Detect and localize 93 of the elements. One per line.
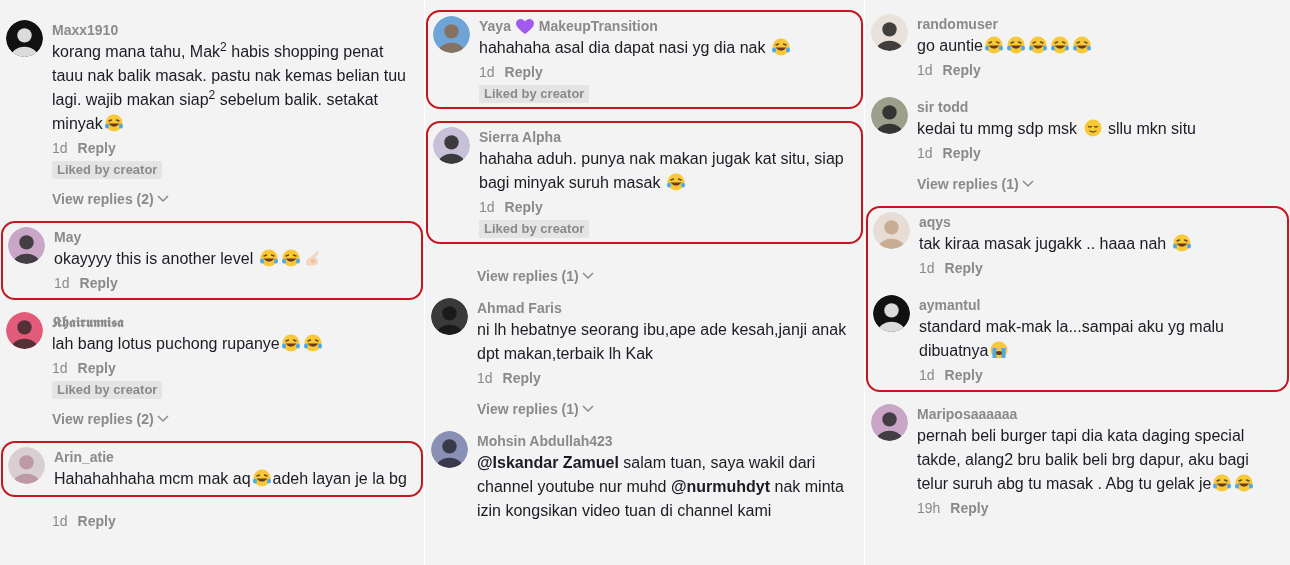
reply-link[interactable]: Reply — [942, 59, 981, 81]
reply-link[interactable]: Reply — [504, 61, 543, 83]
laughing-emoji-icon — [1005, 35, 1026, 55]
username[interactable]: aymantul — [919, 295, 981, 315]
timestamp: 1d — [917, 144, 933, 163]
liked-by-creator-badge: Liked by creator — [479, 220, 590, 238]
comment-text: korang mana tahu, Mak$^{2}$ habis shopping penat tauu nak balik masak. pastu nak kemas belian tuu lagi. wajib makan siap$^{2}$ sebelum balik. setakat minyak — [52, 40, 407, 135]
reply-link[interactable]: Reply — [502, 367, 541, 389]
heart-icon — [514, 17, 535, 35]
reply-link[interactable]: Reply — [77, 510, 116, 532]
comment-text: pernah beli burger tapi dia kata daging special takde, alang2 bru balik beli brg dapur, aku bagi telur suruh abg tu masak . Abg tu gelak je — [917, 424, 1281, 496]
timestamp: 1d — [919, 366, 935, 385]
avatar[interactable] — [6, 20, 43, 57]
timestamp: 1d — [52, 139, 68, 158]
comment-text: @Iskandar Zamuel salam tuan, saya wakil dari channel youtube nur muhd @nurmuhdyt nak minta izin kongsikan video tuan di channel kami — [477, 453, 845, 521]
username[interactable]: sir todd — [917, 97, 969, 117]
timestamp: 1d — [919, 259, 935, 278]
view-replies-button[interactable]: View replies (2) — [52, 409, 169, 429]
chevron-down-icon — [1021, 180, 1034, 188]
avatar[interactable] — [871, 14, 908, 51]
username[interactable]: 𝕶𝖍𝖆𝖎𝖗𝖚𝖓𝖓𝖎𝖘𝖆 — [52, 312, 124, 332]
chevron-down-icon — [581, 272, 594, 280]
username[interactable]: Sierra Alpha — [479, 127, 561, 147]
chevron-down-icon — [156, 195, 169, 203]
laughing-emoji-icon — [1212, 473, 1233, 493]
timestamp: 1d — [52, 359, 68, 378]
liked-by-creator-badge: Liked by creator — [52, 381, 163, 399]
chevron-down-icon — [581, 405, 594, 413]
timestamp: 1d — [52, 512, 68, 531]
laughing-emoji-icon — [302, 333, 323, 353]
comment-text: kedai tu mmg sdp msk sllu mkn situ — [917, 117, 1197, 140]
liked-by-creator-badge: Liked by creator — [52, 161, 163, 179]
username[interactable]: aqys — [919, 212, 951, 232]
laughing-emoji-icon — [1171, 233, 1192, 253]
username[interactable]: Arin_atie — [54, 447, 114, 467]
comment-text: okayyyy this is another level — [54, 247, 413, 271]
timestamp: 1d — [54, 274, 70, 293]
avatar[interactable] — [871, 97, 908, 134]
view-replies-button[interactable]: View replies (1) — [917, 174, 1034, 194]
avatar[interactable] — [431, 431, 468, 468]
laughing-emoji-icon — [251, 468, 272, 488]
view-replies-button[interactable]: View replies (1) — [477, 266, 594, 286]
laughing-emoji-icon — [983, 35, 1004, 55]
laughing-emoji-icon — [258, 248, 279, 268]
reply-link[interactable]: Reply — [944, 257, 983, 279]
username[interactable]: Yaya MakeupTransition — [479, 16, 658, 36]
reply-link[interactable]: Reply — [79, 272, 118, 294]
avatar[interactable] — [6, 312, 43, 349]
view-replies-button[interactable]: View replies (1) — [477, 399, 594, 419]
reply-link[interactable]: Reply — [77, 357, 116, 379]
timestamp: 19h — [917, 499, 941, 518]
reply-link[interactable]: Reply — [950, 497, 989, 519]
comment-text: tak kiraa masak jugakk .. haaa nah — [919, 232, 1279, 256]
username[interactable]: randomuser — [917, 14, 998, 34]
username[interactable]: Maxx1910 — [52, 20, 119, 40]
username[interactable]: Mohsin Abdullah423 — [477, 431, 613, 451]
reply-link[interactable]: Reply — [944, 364, 983, 386]
avatar[interactable] — [431, 298, 468, 335]
comment-text: lah bang lotus puchong rupanye — [52, 332, 415, 356]
comment-text: go auntie — [917, 34, 1281, 58]
liked-by-creator-badge: Liked by creator — [479, 85, 590, 103]
comment-text: Hahahahhaha mcm mak aq adeh layan je la bg — [54, 467, 408, 490]
laughing-emoji-icon — [665, 172, 686, 192]
username[interactable]: Mariposaaaaaa — [917, 404, 1018, 424]
reply-link[interactable]: Reply — [504, 196, 543, 218]
username[interactable]: May — [54, 227, 82, 247]
avatar[interactable] — [8, 227, 45, 264]
avatar[interactable] — [873, 295, 910, 332]
view-replies-button[interactable]: View replies (2) — [52, 189, 169, 209]
username[interactable]: Ahmad Faris — [477, 298, 562, 318]
laughing-emoji-icon — [1071, 35, 1092, 55]
reply-link[interactable]: Reply — [77, 137, 116, 159]
laughing-emoji-icon — [103, 113, 124, 133]
timestamp: 1d — [917, 61, 933, 80]
comment-text: hahahaha asal dia dapat nasi yg dia nak — [479, 36, 853, 60]
crying-emoji-icon — [989, 340, 1010, 360]
timestamp: 1d — [479, 198, 495, 217]
comment-text: hahaha aduh. punya nak makan jugak kat situ, siap bagi minyak suruh masak — [479, 149, 845, 194]
laughing-emoji-icon — [1234, 473, 1255, 493]
avatar[interactable] — [871, 404, 908, 441]
reply-link[interactable]: Reply — [942, 142, 981, 164]
timestamp: 1d — [479, 63, 495, 82]
avatar[interactable] — [433, 127, 470, 164]
comment-text: ni lh hebatnye seorang ibu,ape ade kesah,janji anak dpt makan,terbaik lh Kak — [477, 320, 848, 364]
laughing-emoji-icon — [280, 248, 301, 268]
smiling-emoji-icon — [1082, 118, 1103, 138]
laughing-emoji-icon — [1027, 35, 1048, 55]
comment-text: standard mak-mak la...sampai aku yg malu dibuatnya — [919, 317, 1225, 362]
laughing-emoji-icon — [280, 333, 301, 353]
chevron-down-icon — [156, 415, 169, 423]
timestamp: 1d — [477, 369, 493, 388]
laughing-emoji-icon — [770, 37, 791, 57]
laughing-emoji-icon — [1049, 35, 1070, 55]
